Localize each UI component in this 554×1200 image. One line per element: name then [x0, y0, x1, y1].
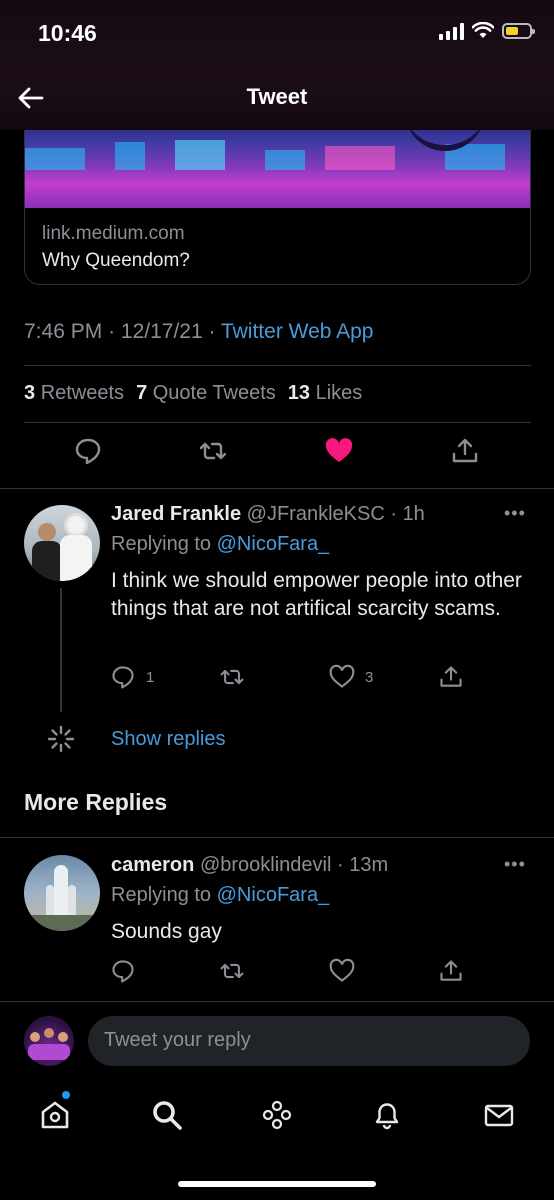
loading-spinner-icon: [47, 725, 75, 753]
more-options-icon[interactable]: •••: [504, 854, 526, 875]
messages-icon[interactable]: [482, 1098, 516, 1132]
tweet-actions: [0, 436, 554, 476]
avatar[interactable]: [24, 505, 100, 581]
home-indicator: [178, 1181, 376, 1187]
battery-icon: [502, 23, 535, 39]
notification-dot: [62, 1091, 70, 1099]
heart-icon[interactable]: [329, 664, 355, 690]
reply-text: I think we should empower people into ot…: [111, 569, 522, 620]
likes-stat[interactable]: 13 Likes: [288, 382, 363, 405]
divider: [0, 837, 554, 838]
show-replies-link[interactable]: Show replies: [111, 728, 226, 751]
share-action[interactable]: [438, 958, 464, 984]
divider: [24, 422, 531, 423]
meta-separator: ·: [108, 320, 116, 343]
replying-to-handle[interactable]: @NicoFara_: [217, 884, 330, 906]
top-bar: 10:46 Tweet: [0, 0, 554, 130]
divider: [0, 1001, 554, 1002]
retweet-action[interactable]: [218, 958, 246, 984]
signal-icon: [439, 22, 464, 40]
reply-icon[interactable]: [73, 436, 103, 466]
reply-input[interactable]: Tweet your reply: [88, 1016, 530, 1066]
reply-time: · 1h: [390, 503, 425, 525]
replying-to: Replying to @NicoFara_: [111, 533, 330, 555]
retweet-action[interactable]: [218, 664, 246, 690]
divider: [24, 365, 531, 366]
replying-to: Replying to @NicoFara_: [111, 884, 330, 906]
reply-icon[interactable]: [110, 958, 136, 984]
share-icon[interactable]: [438, 958, 464, 984]
wifi-icon: [472, 22, 494, 38]
reply-time: · 13m: [336, 854, 389, 876]
share-icon[interactable]: [450, 436, 480, 466]
retweets-stat[interactable]: 3 Retweets: [24, 382, 124, 405]
author-handle: @brooklindevil: [199, 854, 332, 876]
reply-action[interactable]: [110, 958, 136, 984]
reply-action[interactable]: 1: [110, 664, 154, 690]
tweet-source[interactable]: Twitter Web App: [221, 320, 374, 343]
retweet-icon[interactable]: [198, 436, 228, 466]
home-icon[interactable]: [38, 1098, 72, 1132]
link-card-title: Why Queendom?: [42, 250, 190, 271]
heart-icon[interactable]: [329, 958, 355, 984]
retweet-icon[interactable]: [218, 664, 246, 690]
retweet-icon[interactable]: [218, 958, 246, 984]
like-action[interactable]: [329, 958, 355, 984]
tweet-time: 7:46 PM: [24, 320, 103, 343]
divider: [0, 488, 554, 489]
quote-tweets-stat[interactable]: 7 Quote Tweets: [136, 382, 276, 405]
reply-icon[interactable]: [110, 664, 136, 690]
tweet-date: 12/17/21: [120, 320, 203, 343]
like-count: 3: [365, 668, 374, 686]
link-card[interactable]: link.medium.com Why Queendom?: [24, 110, 531, 285]
reply-header: Jared Frankle @JFrankleKSC · 1h: [111, 503, 425, 526]
status-icons: [439, 22, 535, 40]
reply-header: cameron @brooklindevil · 13m: [111, 854, 388, 877]
author-name[interactable]: Jared Frankle: [111, 503, 241, 525]
tab-bar: [0, 1088, 554, 1148]
tweet-meta: 7:46 PM · 12/17/21 · Twitter Web App: [24, 320, 374, 344]
like-action[interactable]: 3: [329, 664, 373, 690]
replying-to-handle[interactable]: @NicoFara_: [217, 533, 330, 555]
tweet-stats: 3 Retweets 7 Quote Tweets 13 Likes: [24, 382, 362, 405]
more-options-icon[interactable]: •••: [504, 503, 526, 524]
share-action[interactable]: [438, 664, 464, 690]
author-name[interactable]: cameron: [111, 854, 194, 876]
status-time: 10:46: [38, 20, 97, 46]
search-icon[interactable]: [150, 1098, 184, 1132]
composer-avatar[interactable]: [24, 1016, 74, 1066]
author-handle: @JFrankleKSC: [246, 503, 385, 525]
meta-separator: ·: [208, 320, 216, 343]
spaces-icon[interactable]: [260, 1098, 294, 1132]
notifications-icon[interactable]: [370, 1098, 404, 1132]
more-replies-heading: More Replies: [24, 789, 168, 815]
share-icon[interactable]: [438, 664, 464, 690]
avatar[interactable]: [24, 855, 100, 931]
reply-count: 1: [146, 668, 155, 686]
page-title: Tweet: [246, 84, 308, 109]
thread-line: [60, 588, 62, 712]
reply-text: Sounds gay: [111, 920, 222, 943]
link-card-domain: link.medium.com: [42, 223, 185, 244]
like-icon-filled[interactable]: [324, 436, 354, 466]
